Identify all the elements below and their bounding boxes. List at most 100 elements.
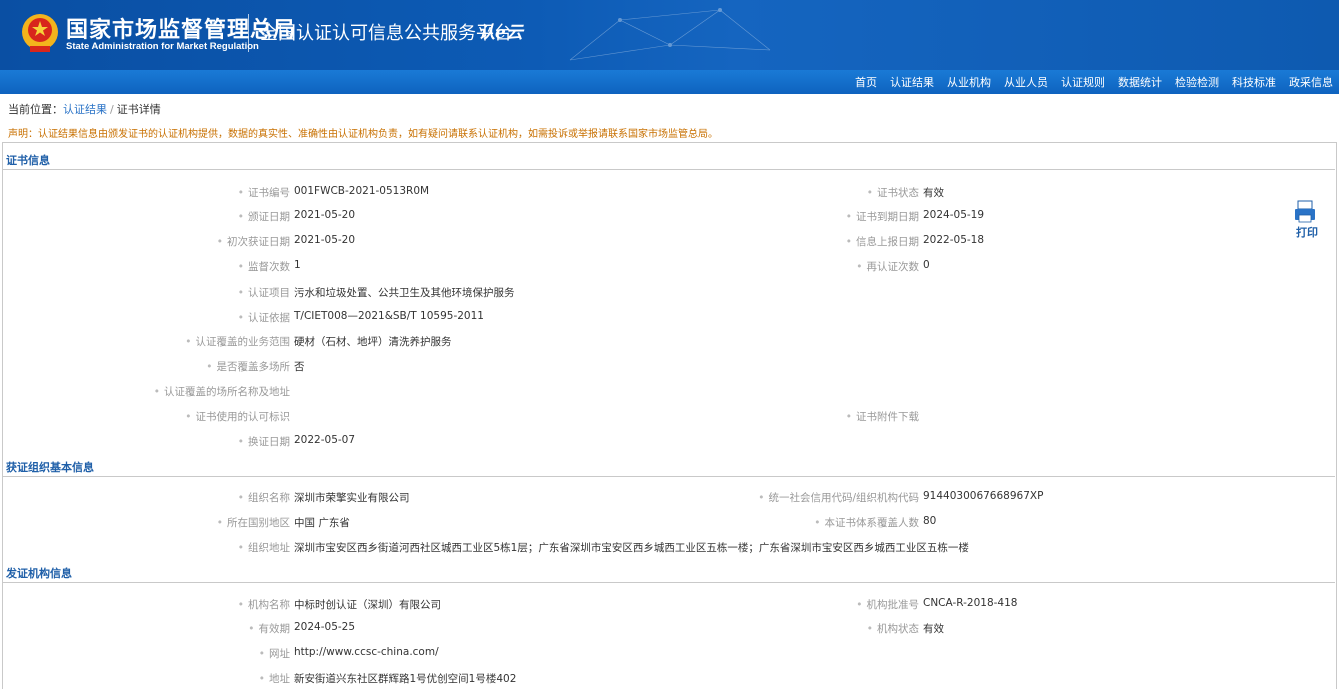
field-label: 机构批准号 [856, 597, 920, 612]
org-address: 深圳市宝安区西乡街道河西社区城西工业区5栋1层；广东省深圳市宝安区西乡城西工业区… [294, 542, 969, 554]
row-multisite: 是否覆盖多场所 否 [0, 359, 1339, 375]
brand-name-en: State Administration for Market Regulati… [66, 41, 259, 52]
field-label: 证书编号 [238, 185, 290, 200]
field-label: 颁证日期 [238, 209, 290, 224]
cert-basis: T/CIET008—2021&SB/T 10595-2011 [294, 310, 484, 322]
main-navbar: 首页 认证结果 从业机构 从业人员 认证规则 数据统计 检验检测 科技标准 政采… [0, 70, 1339, 94]
field-label: 认证项目 [238, 285, 290, 300]
cert-status: 有效 [923, 187, 944, 199]
field-label: 网址 [259, 646, 290, 661]
org-credit-code: 914403006766896​7XP [923, 490, 1044, 502]
field-label: 机构状态 [867, 621, 919, 636]
recert-count: 0 [923, 259, 930, 271]
report-date: 2022-05-18 [923, 234, 985, 246]
field-label: 认证覆盖的场所名称及地址 [154, 384, 290, 399]
nav-home[interactable]: 首页 [855, 74, 877, 90]
nav-cert-rules[interactable]: 认证规则 [1061, 74, 1105, 90]
breadcrumb-separator: / [110, 103, 114, 116]
nav-standards[interactable]: 科技标准 [1232, 74, 1276, 90]
issue-date: 2021-05-20 [294, 209, 356, 221]
agency-name: 中标时创认证（深圳）有限公司 [294, 599, 441, 611]
field-label: 认证依据 [238, 310, 290, 325]
org-region: 中国 广东省 [294, 517, 350, 529]
agency-approval-no: CNCA-R-2018-418 [923, 597, 1018, 609]
row-change-date: 换证日期 2022-05-07 [0, 434, 1339, 450]
agency-address: 新安街道兴东社区群辉路1号优创空间1号楼402 [294, 673, 517, 685]
field-label: 地址 [259, 671, 290, 686]
agency-status: 有效 [923, 623, 944, 635]
agency-url[interactable]: http://www.ccsc-china.com/ [294, 646, 439, 658]
section-divider [2, 169, 1335, 170]
field-label: 再认证次数 [856, 259, 920, 274]
nav-inspection[interactable]: 检验检测 [1175, 74, 1219, 90]
field-label: 换证日期 [238, 434, 290, 449]
platform-logo: 认e云 [478, 23, 523, 43]
brand-divider [248, 14, 249, 52]
breadcrumb-link-results[interactable]: 认证结果 [63, 103, 107, 116]
nav-practitioners[interactable]: 从业人员 [1004, 74, 1048, 90]
field-label: 信息上报日期 [846, 234, 919, 249]
field-label: 监督次数 [238, 259, 290, 274]
field-label: 认证覆盖的业务范围 [185, 334, 291, 349]
row-org-region: 所在国别地区 中国 广东省 本证书体系覆盖人数 80 [0, 515, 1339, 531]
field-label: 统一社会信用代码/组织机构代码 [758, 490, 919, 505]
cert-scope: 硬材（石材、地坪）清洗养护服务 [294, 336, 452, 348]
row-issue-date: 颁证日期 2021-05-20 证书到期日期 2024-05-19 [0, 209, 1339, 225]
section-title-org: 获证组织基本信息 [6, 461, 94, 474]
national-emblem-icon [22, 14, 58, 52]
first-cert-date: 2021-05-20 [294, 234, 356, 246]
section-title-cert: 证书信息 [6, 154, 50, 167]
row-agency-url: 网址 http://www.ccsc-china.com/ [0, 646, 1339, 662]
cert-number: 001FWCB-2021-0513R0M [294, 185, 430, 197]
multisite-flag: 否 [294, 361, 305, 373]
row-cert-no: 证书编号 001FWCB-2021-0513R0M 证书状态 有效 [0, 185, 1339, 201]
row-org-name: 组织名称 深圳市荣擎实业有限公司 统一社会信用代码/组织机构代码 9144030… [0, 490, 1339, 506]
section-title-agency: 发证机构信息 [6, 567, 72, 580]
org-headcount: 80 [923, 515, 937, 527]
field-label: 是否覆盖多场所 [206, 359, 291, 374]
breadcrumb: 当前位置：认证结果 / 证书详情 [8, 101, 161, 117]
org-name: 深圳市荣擎实业有限公司 [294, 492, 410, 504]
row-agency-address: 地址 新安街道兴东社区群辉路1号优创空间1号楼402 [0, 671, 1339, 687]
row-agency-name: 机构名称 中标时创认证（深圳）有限公司 机构批准号 CNCA-R-2018-41… [0, 597, 1339, 613]
cert-project: 污水和垃圾处置、公共卫生及其他环境保护服务 [294, 287, 515, 299]
header-banner: 国家市场监督管理总局 State Administration for Mark… [0, 0, 1339, 70]
row-basis: 认证依据 T/CIET008—2021&SB/T 10595-2011 [0, 310, 1339, 326]
field-label-attachment[interactable]: 证书附件下载 [846, 409, 919, 424]
breadcrumb-current: 证书详情 [116, 103, 161, 116]
platform-title: 全国认证认可信息公共服务平台 [260, 23, 512, 44]
nav-agencies[interactable]: 从业机构 [947, 74, 991, 90]
nav-menu: 首页 认证结果 从业机构 从业人员 认证规则 数据统计 检验检测 科技标准 政采… [855, 70, 1333, 94]
breadcrumb-prefix: 当前位置： [8, 103, 63, 116]
agency-valid-date: 2024-05-25 [294, 621, 356, 633]
row-org-address: 组织地址 深圳市宝安区西乡街道河西社区城西工业区5栋1层；广东省深圳市宝安区西乡… [0, 540, 1339, 556]
row-project: 认证项目 污水和垃圾处置、公共卫生及其他环境保护服务 [0, 285, 1339, 301]
row-scope: 认证覆盖的业务范围 硬材（石材、地坪）清洗养护服务 [0, 334, 1339, 350]
field-label: 初次获证日期 [217, 234, 290, 249]
nav-procurement[interactable]: 政采信息 [1289, 74, 1333, 90]
field-label: 证书状态 [867, 185, 919, 200]
nav-statistics[interactable]: 数据统计 [1118, 74, 1162, 90]
field-label: 本证书体系覆盖人数 [814, 515, 920, 530]
field-label: 有效期 [248, 621, 291, 636]
section-divider [2, 476, 1335, 477]
field-label: 证书到期日期 [846, 209, 919, 224]
network-decoration-icon [569, 8, 771, 61]
row-mark: 证书使用的认可标识 证书附件下载 [0, 409, 1339, 425]
expire-date: 2024-05-19 [923, 209, 985, 221]
change-date: 2022-05-07 [294, 434, 356, 446]
field-label: 所在国别地区 [217, 515, 290, 530]
row-first-date: 初次获证日期 2021-05-20 信息上报日期 2022-05-18 [0, 234, 1339, 250]
row-sites: 认证覆盖的场所名称及地址 [0, 384, 1339, 400]
field-label: 组织名称 [238, 490, 290, 505]
field-label: 证书使用的认可标识 [185, 409, 291, 424]
row-supervise: 监督次数 1 再认证次数 0 [0, 259, 1339, 275]
disclaimer-notice: 声明：认证结果信息由颁发证书的认证机构提供，数据的真实性、准确性由认证机构负责，… [8, 129, 718, 140]
print-button[interactable]: 打印 [1296, 224, 1318, 240]
field-label: 机构名称 [238, 597, 290, 612]
section-divider [2, 582, 1335, 583]
supervise-count: 1 [294, 259, 301, 271]
row-agency-valid: 有效期 2024-05-25 机构状态 有效 [0, 621, 1339, 637]
nav-cert-results[interactable]: 认证结果 [890, 74, 934, 90]
field-label: 组织地址 [238, 540, 290, 555]
